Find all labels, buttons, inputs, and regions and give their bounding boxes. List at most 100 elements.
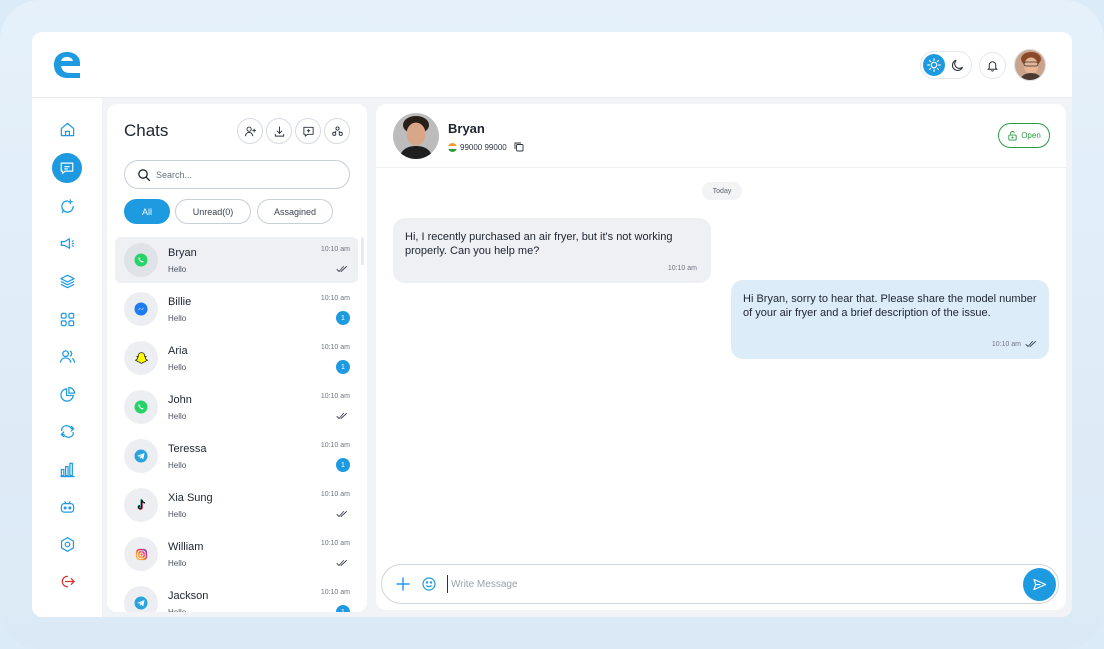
nav-rail	[32, 98, 102, 617]
filter-unread[interactable]: Unread(0)	[175, 199, 251, 224]
nav-bots[interactable]	[52, 491, 82, 521]
message-incoming: Hi, I recently purchased an air fryer, b…	[393, 218, 711, 283]
chat-name: Bryan	[168, 247, 197, 259]
nav-users[interactable]	[52, 341, 82, 371]
home-icon	[60, 122, 74, 136]
tiktok-icon	[124, 488, 158, 522]
e-logo-icon[interactable]	[50, 50, 84, 80]
message-text: Hi Bryan, sorry to hear that. Please sha…	[743, 293, 1037, 319]
sun-icon[interactable]	[923, 54, 945, 76]
chat-row[interactable]: Billie Hello 10:10 am 1	[115, 286, 358, 332]
india-flag-icon	[448, 142, 457, 152]
nav-analytics[interactable]	[52, 454, 82, 484]
chat-row[interactable]: Aria Hello 10:10 am 1	[115, 335, 358, 381]
bar-chart-icon	[59, 462, 75, 477]
unread-badge: 1	[336, 605, 350, 612]
new-chat-button[interactable]	[295, 118, 321, 144]
contacts-group-icon	[331, 125, 343, 136]
chat-preview: Hello	[168, 559, 187, 568]
chat-name: Teressa	[168, 443, 207, 455]
plus-icon[interactable]	[395, 576, 411, 592]
nav-apps[interactable]	[52, 304, 82, 334]
nav-settings[interactable]	[52, 529, 82, 559]
nav-campaigns[interactable]	[52, 228, 82, 258]
chat-row[interactable]: Jackson Hello 10:10 am 1	[115, 580, 358, 612]
nav-reports[interactable]	[52, 379, 82, 409]
telegram-icon	[124, 586, 158, 612]
chat-preview: Hello	[168, 363, 187, 372]
read-ticks-icon	[336, 413, 347, 420]
message-text: Hi, I recently purchased an air fryer, b…	[405, 231, 673, 257]
emoji-icon[interactable]	[421, 576, 437, 592]
nav-sync[interactable]	[52, 416, 82, 446]
apps-grid-icon	[60, 312, 74, 326]
message-time: 10:10 am	[667, 265, 697, 272]
contact-phone: 99000 99000	[460, 142, 507, 152]
download-button[interactable]	[266, 118, 292, 144]
send-button[interactable]	[1023, 568, 1056, 601]
messenger-icon	[124, 292, 158, 326]
chat-row[interactable]: Bryan Hello 10:10 am	[115, 237, 358, 283]
moon-icon[interactable]	[949, 56, 967, 74]
chat-preview: Hello	[168, 608, 186, 612]
chat-row[interactable]: John Hello 10:10 am	[115, 384, 358, 430]
nav-chats[interactable]	[52, 153, 82, 183]
layers-icon	[59, 274, 75, 288]
copy-icon[interactable]	[513, 141, 525, 153]
chat-row[interactable]: William Hello 10:10 am	[115, 531, 358, 577]
chat-row[interactable]: Teressa Hello 10:10 am 1	[115, 433, 358, 479]
megaphone-icon	[60, 237, 74, 249]
whatsapp-icon	[124, 390, 158, 424]
chat-preview: Hello	[168, 510, 187, 519]
chat-name: Aria	[168, 345, 188, 357]
message-input[interactable]	[447, 575, 1007, 593]
chat-list-scrollbar[interactable]	[361, 237, 364, 265]
contacts-group-button[interactable]	[324, 118, 350, 144]
chat-name: John	[168, 394, 192, 406]
unlock-icon	[1008, 130, 1017, 141]
nav-home[interactable]	[52, 114, 82, 144]
instagram-icon	[124, 537, 158, 571]
search-box[interactable]	[124, 160, 350, 189]
chat-time: 10:10 am	[320, 393, 350, 400]
send-icon	[1033, 578, 1047, 591]
message-composer	[381, 564, 1059, 604]
conversation-status-button[interactable]: Open	[998, 123, 1050, 148]
app-window: Chats All Unread(0) Assagined Bryan Hello…	[32, 32, 1072, 617]
add-contact-button[interactable]	[237, 118, 263, 144]
search-input[interactable]	[156, 166, 336, 184]
nav-logout[interactable]	[52, 566, 82, 596]
chat-list-title: Chats	[124, 121, 169, 140]
download-icon	[274, 125, 284, 137]
telegram-icon	[124, 439, 158, 473]
read-ticks-icon	[336, 560, 347, 567]
sync-icon	[59, 424, 75, 438]
users-icon	[59, 349, 75, 363]
contact-avatar[interactable]	[393, 113, 439, 159]
theme-toggle[interactable]	[920, 51, 972, 79]
snapchat-icon	[124, 341, 158, 375]
bell-icon	[987, 61, 998, 72]
contact-phone-row: 99000 99000	[448, 141, 525, 153]
logout-icon	[61, 575, 75, 587]
notifications-button[interactable]	[979, 52, 1006, 79]
settings-hexagon-icon	[60, 536, 74, 552]
chat-time: 10:10 am	[320, 295, 350, 302]
chat-list-panel: Chats All Unread(0) Assagined Bryan Hello…	[107, 104, 367, 612]
chat-row[interactable]: Xia Sung Hello 10:10 am	[115, 482, 358, 528]
support-chat-icon	[60, 198, 74, 213]
chat-preview: Hello	[168, 314, 187, 323]
chat-name: Billie	[168, 296, 192, 308]
user-avatar[interactable]	[1014, 49, 1046, 81]
add-contact-icon	[244, 126, 256, 136]
contact-name: Bryan	[448, 121, 485, 136]
nav-support[interactable]	[52, 191, 82, 221]
chat-time: 10:10 am	[320, 246, 350, 253]
filter-assigned[interactable]: Assagined	[257, 199, 333, 224]
nav-layers[interactable]	[52, 266, 82, 296]
filter-all[interactable]: All	[124, 199, 170, 224]
chat-name: William	[168, 541, 204, 553]
search-icon	[138, 169, 151, 182]
chat-list: Bryan Hello 10:10 am Billie Hello 10:10 am 1 Ar…	[107, 234, 367, 612]
chat-time: 10:10 am	[320, 540, 350, 547]
